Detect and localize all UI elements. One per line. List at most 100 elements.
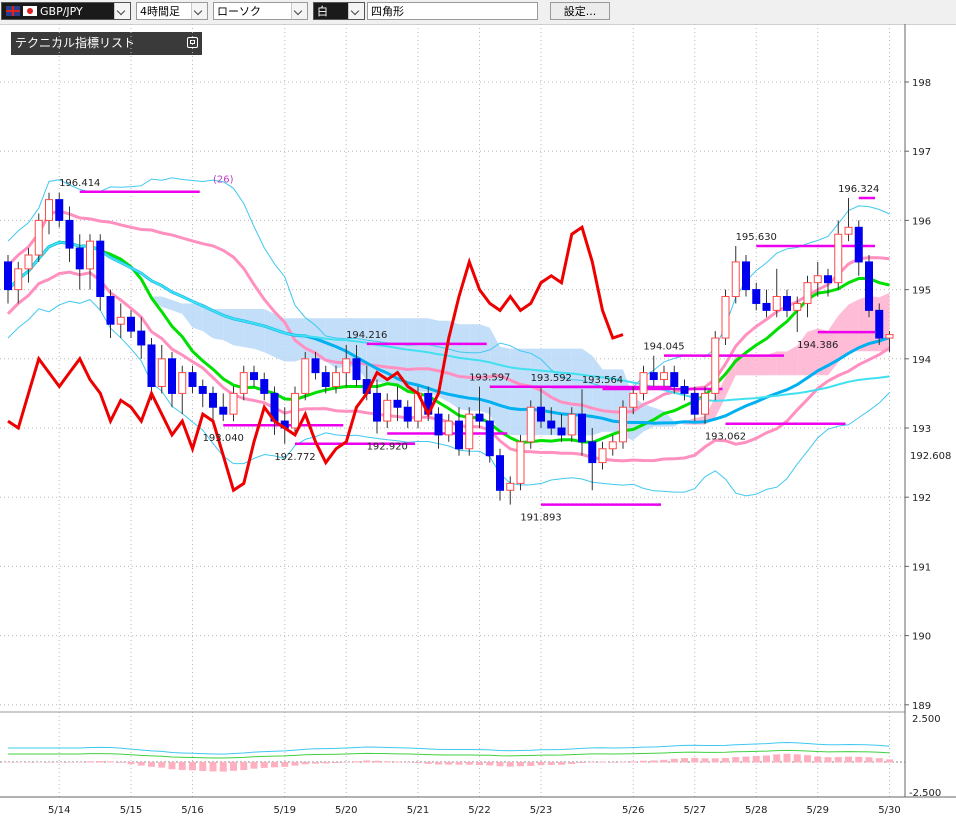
- candle-body: [690, 392, 699, 415]
- candle-body: [588, 441, 597, 464]
- oscillator-bar: [886, 759, 893, 763]
- candle-body: [116, 316, 125, 325]
- candle-body: [147, 344, 156, 387]
- candle-body: [885, 334, 894, 339]
- candle-body: [608, 441, 617, 450]
- oscillator-bar: [609, 762, 617, 763]
- oscillator-bar: [240, 762, 248, 771]
- settings-button[interactable]: 設定...: [550, 2, 610, 20]
- oscillator-bar: [66, 762, 73, 763]
- candle: [14, 261, 23, 304]
- price-annotation: 193.062: [705, 432, 746, 443]
- oscillator-bar: [271, 762, 278, 768]
- oscillator-bar: [373, 760, 381, 763]
- oscillator-panel: [0, 742, 905, 772]
- cloud-segment: [418, 318, 429, 392]
- candle-body: [485, 420, 494, 457]
- price-annotation: 196.414: [59, 178, 100, 189]
- chevron-down-icon[interactable]: [348, 3, 364, 19]
- candle-body: [649, 372, 658, 381]
- candle-body: [783, 296, 791, 311]
- candle-body: [619, 406, 627, 443]
- oscillator-bar: [301, 762, 309, 765]
- candle-body: [75, 247, 84, 270]
- oscillator-bar: [394, 761, 401, 763]
- candle-body: [629, 392, 638, 408]
- candle-body: [86, 240, 94, 270]
- candle: [783, 289, 791, 318]
- color-mode-select[interactable]: 白: [313, 2, 365, 20]
- cloud-segment: [500, 346, 511, 436]
- candle: [865, 255, 873, 318]
- candle-body: [752, 289, 761, 304]
- candle-body: [772, 296, 781, 311]
- candle: [803, 275, 812, 318]
- cloud-segment: [254, 308, 265, 353]
- oscillator-bar: [732, 757, 740, 763]
- oscillator-bar: [527, 762, 535, 766]
- candle: [55, 192, 64, 228]
- candle: [116, 303, 125, 339]
- candle: [711, 331, 720, 401]
- oscillator-bar: [96, 761, 104, 763]
- oscillator-bar: [547, 762, 555, 765]
- candle-body: [455, 420, 463, 450]
- candle: [844, 197, 853, 242]
- oscillator-bar: [230, 762, 237, 771]
- candle-body: [660, 372, 668, 381]
- oscillator-bar: [558, 762, 565, 765]
- candle: [301, 351, 310, 401]
- candle: [742, 255, 750, 297]
- candle: [403, 400, 412, 428]
- toolbar: GBP/JPY 4時間足 ローソク 白 四角形 設定...: [0, 0, 956, 25]
- oscillator-bar: [86, 761, 94, 763]
- oscillator-bar: [117, 762, 125, 763]
- candle-body: [157, 358, 166, 387]
- oscillator-bar: [578, 762, 586, 764]
- candle-body: [670, 372, 679, 387]
- time-tick-label: 5/30: [878, 805, 900, 816]
- chart-style-select[interactable]: ローソク: [213, 2, 308, 20]
- candle: [434, 407, 443, 449]
- oscillator-bar: [342, 761, 350, 763]
- candle-body: [834, 233, 843, 284]
- cloud-segment: [407, 318, 418, 392]
- chevron-down-icon[interactable]: [114, 3, 130, 19]
- candle-body: [188, 372, 197, 387]
- price-tick-label: 189: [912, 701, 931, 712]
- timeframe-select[interactable]: 4時間足: [136, 2, 208, 20]
- chevron-down-icon[interactable]: [291, 3, 307, 19]
- cloud-segment: [161, 296, 172, 311]
- candle-body: [291, 392, 299, 429]
- oscillator-bar: [588, 761, 596, 763]
- cloud-segment: [243, 308, 254, 349]
- candle-body: [373, 392, 381, 422]
- oscillator-bar: [137, 762, 145, 766]
- candle: [639, 365, 648, 401]
- candle-body: [321, 372, 330, 387]
- oscillator-bar: [486, 762, 494, 766]
- candle-body: [639, 372, 648, 394]
- oscillator-line: [8, 742, 890, 755]
- cloud-segment: [797, 331, 808, 376]
- oscillator-bar: [445, 762, 453, 765]
- candle: [239, 365, 248, 401]
- chevron-down-icon[interactable]: [191, 3, 207, 19]
- price-tick-label: 196: [912, 216, 931, 227]
- price-annotation: 193.597: [469, 373, 510, 384]
- oscillator-bar: [834, 757, 842, 763]
- shape-field[interactable]: 四角形: [367, 2, 538, 20]
- candle-body: [844, 226, 853, 235]
- symbol-select[interactable]: GBP/JPY: [1, 2, 131, 20]
- candle: [598, 441, 607, 470]
- oscillator-bar: [711, 758, 719, 763]
- candle-body: [168, 358, 176, 394]
- oscillator-bar: [332, 762, 340, 764]
- time-tick-label: 5/22: [468, 805, 490, 816]
- candle: [721, 289, 730, 345]
- candle-body: [762, 302, 771, 311]
- candle-body: [701, 392, 709, 415]
- price-chart[interactable]: 196.414 193.040 192.772 194.216 192.920 193.5…: [0, 24, 956, 819]
- oscillator-bar: [670, 758, 678, 763]
- price-tick-label: 194: [912, 355, 931, 366]
